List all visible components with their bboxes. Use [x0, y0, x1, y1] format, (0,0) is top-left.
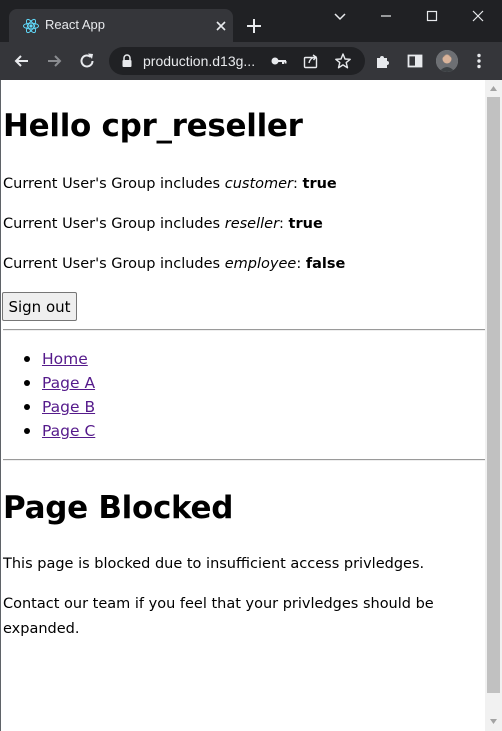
nav-link-page-b[interactable]: Page B	[42, 396, 95, 418]
group-line-customer: Current User's Group includes customer: …	[3, 174, 337, 194]
reload-icon[interactable]	[77, 51, 97, 71]
nav-item-page-a: Page A	[1, 372, 201, 396]
close-tab-icon[interactable]	[214, 19, 228, 33]
back-arrow-icon[interactable]	[12, 51, 32, 71]
lock-icon[interactable]	[121, 54, 133, 68]
scroll-up-arrow-icon[interactable]	[489, 84, 498, 93]
kebab-menu-icon[interactable]	[469, 51, 489, 71]
group-separator: :	[279, 216, 289, 232]
group-prefix: Current User's Group includes	[3, 216, 225, 232]
profile-avatar[interactable]	[436, 50, 458, 72]
nav-item-page-b: Page B	[1, 396, 201, 420]
tab-search-chevron-icon[interactable]	[330, 6, 350, 26]
new-tab-icon[interactable]	[245, 17, 263, 35]
bookmark-star-icon[interactable]	[334, 52, 352, 70]
address-bar[interactable]: production.d13g...	[109, 47, 365, 75]
blocked-message: This page is blocked due to insufficient…	[3, 556, 425, 572]
nav-link-page-a[interactable]: Page A	[42, 372, 95, 394]
scrollbar-thumb[interactable]	[487, 97, 500, 693]
blocked-heading: Page Blocked	[3, 490, 234, 526]
forward-arrow-icon[interactable]	[44, 51, 64, 71]
divider	[3, 459, 485, 461]
window-close-icon[interactable]	[468, 6, 488, 26]
bullet-icon	[24, 404, 30, 410]
browser-tab[interactable]: React App	[9, 9, 233, 42]
greeting-heading: Hello cpr_reseller	[3, 108, 303, 144]
tab-title: React App	[45, 17, 105, 32]
bullet-icon	[24, 380, 30, 386]
share-icon[interactable]	[302, 52, 320, 70]
group-name: employee	[224, 256, 297, 272]
browser-toolbar: production.d13g...	[0, 42, 502, 80]
page-viewport: Hello cpr_reseller Current User's Group …	[0, 80, 502, 731]
bullet-icon	[24, 428, 30, 434]
vertical-scrollbar[interactable]	[485, 80, 502, 731]
group-prefix: Current User's Group includes	[3, 176, 225, 192]
url-text[interactable]: production.d13g...	[143, 52, 255, 70]
sign-out-button[interactable]: Sign out	[2, 292, 77, 321]
scroll-down-arrow-icon[interactable]	[489, 717, 498, 726]
group-value: true	[302, 176, 337, 192]
side-panel-icon[interactable]	[405, 51, 425, 71]
minimize-icon[interactable]	[376, 6, 396, 26]
group-separator: :	[293, 176, 303, 192]
group-separator: :	[296, 256, 306, 272]
contact-message-line-2: expanded.	[3, 621, 80, 637]
bullet-icon	[24, 356, 30, 362]
react-logo-icon	[23, 18, 39, 34]
maximize-icon[interactable]	[422, 6, 442, 26]
group-prefix: Current User's Group includes	[3, 256, 225, 272]
group-name: customer	[224, 176, 294, 192]
group-line-employee: Current User's Group includes employee: …	[3, 254, 345, 274]
nav-link-page-c[interactable]: Page C	[42, 420, 95, 442]
nav-item-page-c: Page C	[1, 420, 201, 444]
extensions-puzzle-icon[interactable]	[373, 51, 393, 71]
key-icon[interactable]	[270, 52, 288, 70]
nav-link-home[interactable]: Home	[42, 348, 88, 370]
tab-strip: React App	[0, 0, 502, 42]
group-line-reseller: Current User's Group includes reseller: …	[3, 214, 323, 234]
nav-item-home: Home	[1, 348, 201, 372]
divider	[3, 329, 485, 331]
group-value: true	[288, 216, 323, 232]
group-name: reseller	[224, 216, 280, 232]
contact-message-line-1: Contact our team if you feel that your p…	[3, 596, 434, 612]
profile-photo-icon	[436, 50, 458, 72]
group-value: false	[305, 256, 346, 272]
